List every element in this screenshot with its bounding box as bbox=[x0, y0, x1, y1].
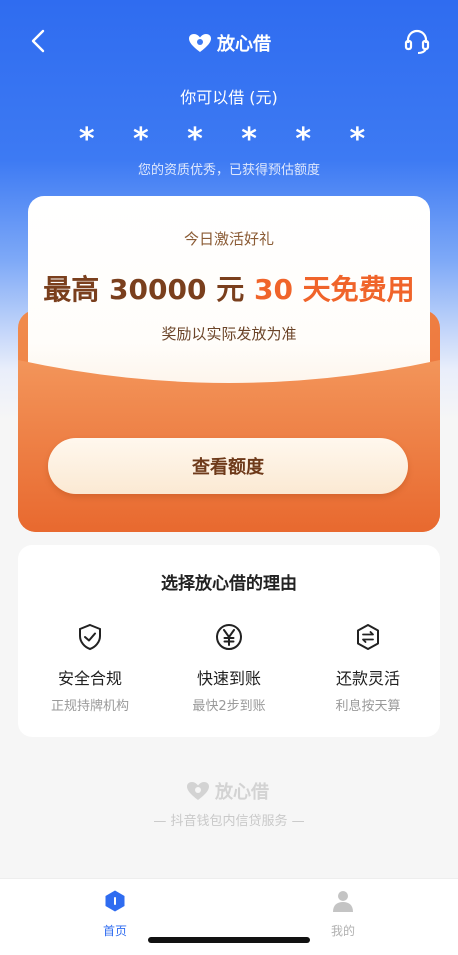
quota-note: 您的资质优秀，已获得预估额度 bbox=[137, 163, 320, 178]
reason-title: 快速到账 bbox=[196, 669, 261, 688]
yen-coin-icon bbox=[216, 624, 242, 650]
home-indicator bbox=[148, 937, 310, 943]
promo-note: 奖励以实际发放为准 bbox=[161, 325, 297, 343]
reason-subtitle: 利息按天算 bbox=[335, 699, 401, 714]
promo-title: 今日激活好礼 bbox=[183, 230, 274, 248]
brand-logo: 放心借 bbox=[188, 30, 271, 56]
footer-brand-logo: 放心借 bbox=[186, 778, 269, 804]
tab-home[interactable]: 首页 bbox=[75, 889, 155, 939]
reason-item-safe: 安全合规 正规持牌机构 bbox=[30, 623, 150, 714]
headset-icon[interactable] bbox=[402, 26, 432, 56]
quota-label: 你可以借 (元) bbox=[180, 88, 278, 107]
repay-arrows-icon bbox=[357, 624, 379, 650]
home-icon bbox=[105, 890, 125, 912]
headline-max-amount: 最高 30000 元 bbox=[43, 273, 245, 306]
chevron-left-icon[interactable] bbox=[26, 28, 52, 54]
footer-brand-name: 放心借 bbox=[215, 782, 269, 803]
tab-label: 我的 bbox=[330, 924, 355, 938]
heart-logo-icon bbox=[187, 782, 209, 800]
brand-name: 放心借 bbox=[217, 34, 271, 55]
reasons-card: 选择放心借的理由 安全合规 正规持牌机构 快速到账 最快2步到账 还款灵活 利息… bbox=[18, 545, 440, 737]
masked-amount: * * * * * * bbox=[78, 122, 380, 157]
user-icon bbox=[333, 891, 353, 912]
bottom-tab-bar: 首页 我的 bbox=[0, 878, 458, 955]
reasons-title: 选择放心借的理由 bbox=[161, 574, 297, 594]
top-bar: 放心借 bbox=[0, 20, 458, 64]
reason-item-fast: 快速到账 最快2步到账 bbox=[169, 623, 289, 714]
heart-logo-icon bbox=[189, 34, 211, 52]
reason-title: 还款灵活 bbox=[335, 669, 400, 688]
footer-tagline: — 抖音钱包内信贷服务 — bbox=[153, 814, 305, 829]
reason-title: 安全合规 bbox=[57, 669, 122, 688]
reason-item-flexible: 还款灵活 利息按天算 bbox=[308, 623, 428, 714]
tab-mine[interactable]: 我的 bbox=[303, 889, 383, 939]
reason-subtitle: 正规持牌机构 bbox=[50, 699, 129, 714]
headline-free-days: 30 天免费用 bbox=[253, 273, 415, 306]
view-quota-button[interactable]: 查看额度 bbox=[48, 438, 408, 494]
promo-headline: 最高 30000 元 30 天免费用 bbox=[28, 268, 430, 308]
tab-label: 首页 bbox=[102, 924, 127, 938]
reason-subtitle: 最快2步到账 bbox=[192, 699, 266, 714]
shield-check-icon bbox=[79, 623, 101, 651]
